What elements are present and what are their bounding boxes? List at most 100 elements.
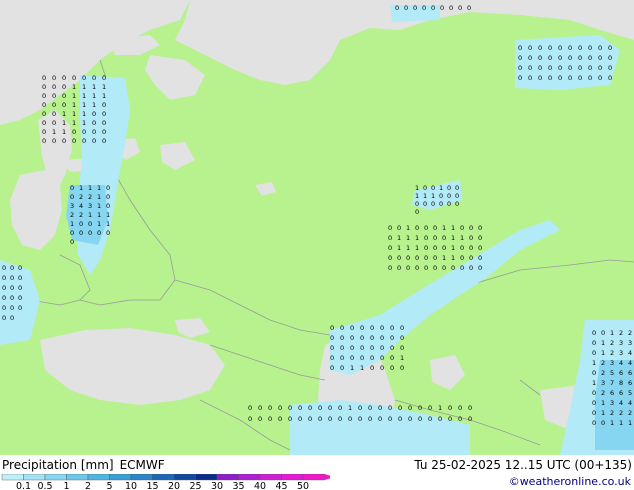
precip-value: 0 bbox=[415, 264, 419, 272]
precip-value: 0 bbox=[42, 110, 46, 118]
precip-value: 1 bbox=[82, 83, 86, 91]
precip-value: 0 bbox=[592, 339, 596, 347]
precip-value: 4 bbox=[628, 359, 632, 367]
precip-value: 0 bbox=[106, 229, 110, 237]
precip-value: 0 bbox=[2, 284, 6, 292]
precip-value: 0 bbox=[370, 344, 374, 352]
precip-value: 0 bbox=[106, 184, 110, 192]
precip-value: 0 bbox=[258, 404, 262, 412]
precip-value: 0 bbox=[92, 119, 96, 127]
legend-title-text: Precipitation [mm] bbox=[2, 458, 114, 472]
precip-value: 0 bbox=[350, 344, 354, 352]
precip-value: 0 bbox=[70, 193, 74, 201]
precip-value: 0 bbox=[415, 254, 419, 262]
precip-value: 0 bbox=[380, 364, 384, 372]
precip-value: 1 bbox=[72, 110, 76, 118]
precip-value: 1 bbox=[397, 244, 401, 252]
precip-value: 0 bbox=[278, 415, 282, 423]
precip-value: 2 bbox=[88, 193, 92, 201]
precip-value: 0 bbox=[415, 208, 419, 216]
precip-value: 1 bbox=[106, 220, 110, 228]
precip-value: 3 bbox=[628, 339, 632, 347]
precip-value: 0 bbox=[248, 415, 252, 423]
precip-value: 4 bbox=[619, 399, 623, 407]
precip-value: 0 bbox=[370, 324, 374, 332]
legend-swatch bbox=[23, 474, 46, 481]
precip-value: 7 bbox=[610, 379, 614, 387]
precip-value: 0 bbox=[2, 304, 6, 312]
precip-value: 0 bbox=[568, 44, 572, 52]
precip-value: 0 bbox=[548, 64, 552, 72]
precip-value: 0 bbox=[308, 404, 312, 412]
precip-value: 0 bbox=[460, 224, 464, 232]
site-credit[interactable]: ©weatheronline.co.uk bbox=[509, 475, 631, 488]
map-svg: 0 0 0 0 0 0 0 0 00 0 0 0 0 0 0 0 0 00 0 0 0 0 0 0 0 0 00 0 0 0 0 0 0 0 0 00… bbox=[0, 0, 634, 455]
precip-value: 0 bbox=[601, 329, 605, 337]
precip-value: 1 bbox=[88, 184, 92, 192]
precip-value: 0 bbox=[398, 404, 402, 412]
precip-value: 0 bbox=[10, 294, 14, 302]
legend-swatch bbox=[152, 474, 175, 481]
precip-value: 1 bbox=[82, 110, 86, 118]
legend-label: 5 bbox=[106, 481, 112, 490]
precip-value: 0 bbox=[298, 415, 302, 423]
precip-value: 0 bbox=[408, 415, 412, 423]
precip-value: 0 bbox=[52, 92, 56, 100]
precip-value: 1 bbox=[423, 192, 427, 200]
precip-value: 0 bbox=[460, 264, 464, 272]
precip-value: 0 bbox=[558, 74, 562, 82]
precip-value: 0 bbox=[42, 101, 46, 109]
precip-value: 0 bbox=[467, 4, 471, 12]
precip-value: 0 bbox=[397, 264, 401, 272]
precip-value: 0 bbox=[428, 404, 432, 412]
precip-value: 0 bbox=[18, 264, 22, 272]
precip-value: 1 bbox=[601, 409, 605, 417]
precip-value: 0 bbox=[442, 264, 446, 272]
precip-value: 0 bbox=[62, 137, 66, 145]
precip-value: 0 bbox=[42, 74, 46, 82]
legend-label: 1 bbox=[63, 481, 69, 490]
precip-value: 0 bbox=[478, 234, 482, 242]
precip-value: 0 bbox=[368, 404, 372, 412]
precip-value: 6 bbox=[610, 389, 614, 397]
precip-value: 0 bbox=[360, 334, 364, 342]
precip-value: 1 bbox=[52, 128, 56, 136]
precip-value: 0 bbox=[340, 354, 344, 362]
precip-value: 0 bbox=[52, 74, 56, 82]
legend-label: 15 bbox=[146, 481, 158, 490]
precip-value: 0 bbox=[538, 74, 542, 82]
precip-value: 0 bbox=[578, 44, 582, 52]
precip-value: 1 bbox=[97, 220, 101, 228]
precip-value: 1 bbox=[415, 234, 419, 242]
precip-value: 0 bbox=[308, 415, 312, 423]
precip-value: 1 bbox=[92, 101, 96, 109]
precip-value: 3 bbox=[88, 202, 92, 210]
precip-value: 0 bbox=[431, 200, 435, 208]
precip-value: 0 bbox=[538, 64, 542, 72]
precip-value: 0 bbox=[469, 234, 473, 242]
precip-value: 0 bbox=[10, 274, 14, 282]
precip-value: 1 bbox=[72, 83, 76, 91]
legend-swatch bbox=[1, 474, 24, 481]
precip-value: 0 bbox=[458, 4, 462, 12]
legend-label: 2 bbox=[85, 481, 91, 490]
precip-value: 0 bbox=[62, 74, 66, 82]
precip-value: 0 bbox=[442, 234, 446, 242]
precip-value: 0 bbox=[102, 128, 106, 136]
precip-value: 0 bbox=[390, 344, 394, 352]
precip-value: 0 bbox=[248, 404, 252, 412]
precip-value: 1 bbox=[451, 224, 455, 232]
precip-value: 0 bbox=[348, 415, 352, 423]
precip-value: 1 bbox=[97, 193, 101, 201]
precip-value: 0 bbox=[340, 344, 344, 352]
precip-value: 0 bbox=[378, 415, 382, 423]
legend-label: 0.5 bbox=[37, 481, 52, 490]
precip-value: 1 bbox=[601, 399, 605, 407]
precip-value: 1 bbox=[82, 92, 86, 100]
precip-value: 0 bbox=[424, 264, 428, 272]
precip-value: 1 bbox=[106, 211, 110, 219]
precip-value: 0 bbox=[448, 404, 452, 412]
precip-value: 0 bbox=[52, 101, 56, 109]
precip-value: 0 bbox=[70, 184, 74, 192]
precip-value: 1 bbox=[82, 119, 86, 127]
